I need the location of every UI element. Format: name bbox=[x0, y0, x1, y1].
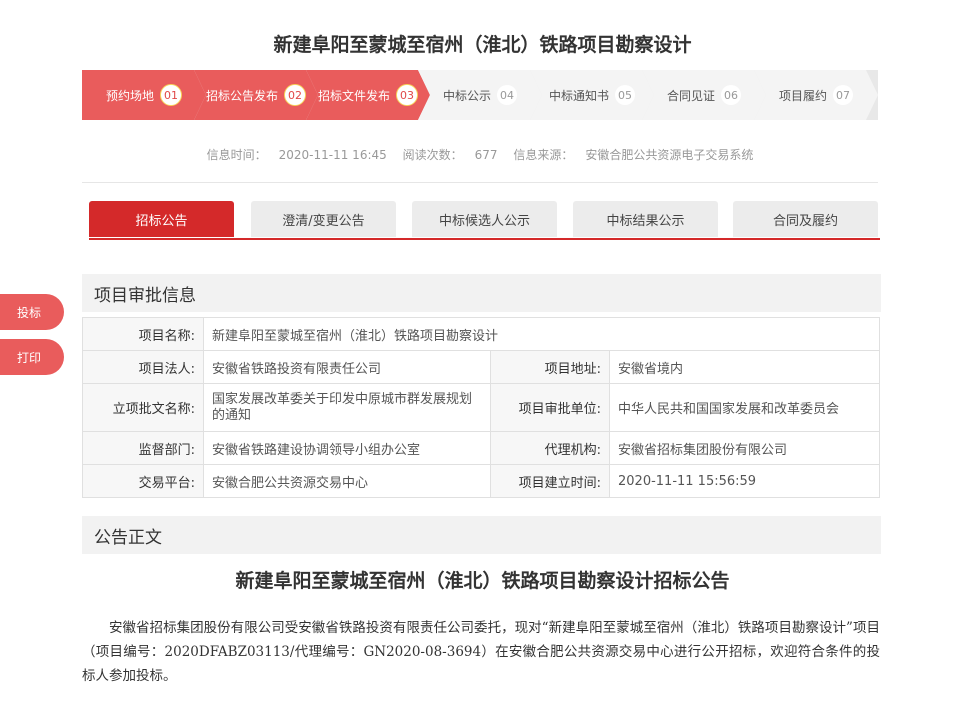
table-row: 项目法人: 安徽省铁路投资有限责任公司 项目地址: 安徽省境内 bbox=[82, 350, 880, 384]
project-name-label: 项目名称: bbox=[82, 317, 204, 351]
approval-table: 项目名称: 新建阜阳至蒙城至宿州（淮北）铁路项目勘察设计 项目法人: 安徽省铁路… bbox=[82, 317, 880, 498]
step-number: 02 bbox=[284, 84, 306, 106]
step-label: 招标文件发布 bbox=[317, 88, 390, 103]
step-label: 合同见证 bbox=[666, 88, 715, 103]
unit-label: 项目审批单位: bbox=[490, 383, 610, 432]
unit-value: 中华人民共和国国家发展和改革委员会 bbox=[609, 383, 880, 432]
supervisor-label: 监督部门: bbox=[82, 431, 204, 465]
doc-label: 立项批文名称: bbox=[82, 383, 204, 432]
tab-underline bbox=[89, 238, 880, 240]
print-button[interactable]: 打印 bbox=[0, 339, 64, 375]
created-label: 项目建立时间: bbox=[490, 464, 610, 498]
platform-value: 安徽合肥公共资源交易中心 bbox=[203, 464, 491, 498]
legal-label: 项目法人: bbox=[82, 350, 204, 384]
legal-value: 安徽省铁路投资有限责任公司 bbox=[203, 350, 491, 384]
page-title: 新建阜阳至蒙城至宿州（淮北）铁路项目勘察设计 bbox=[273, 34, 692, 56]
step-number: 05 bbox=[615, 85, 635, 105]
approval-heading: 项目审批信息 bbox=[82, 274, 881, 312]
step-3[interactable]: 招标文件发布 03 bbox=[306, 70, 430, 120]
step-label: 中标公示 bbox=[442, 88, 491, 103]
step-1[interactable]: 预约场地 01 bbox=[82, 70, 206, 120]
agency-value: 安徽省招标集团股份有限公司 bbox=[609, 431, 880, 465]
info-source-value: 安徽合肥公共资源电子交易系统 bbox=[585, 148, 754, 162]
step-7[interactable]: 项目履约 07 bbox=[754, 70, 878, 120]
tab-candidates[interactable]: 中标候选人公示 bbox=[412, 201, 557, 237]
info-time-label: 信息时间： bbox=[206, 148, 267, 162]
address-value: 安徽省境内 bbox=[609, 350, 880, 384]
notice-title: 新建阜阳至蒙城至宿州（淮北）铁路项目勘察设计招标公告 bbox=[235, 570, 730, 592]
tab-result[interactable]: 中标结果公示 bbox=[573, 201, 718, 237]
notice-heading: 公告正文 bbox=[82, 516, 881, 554]
supervisor-value: 安徽省铁路建设协调领导小组办公室 bbox=[203, 431, 491, 465]
tab-contract[interactable]: 合同及履约 bbox=[733, 201, 878, 237]
info-row: 信息时间： 2020-11-11 16:45 阅读次数： 677 信息来源： 安徽合肥… bbox=[82, 146, 878, 163]
step-5[interactable]: 中标通知书 05 bbox=[530, 70, 654, 120]
step-label: 项目履约 bbox=[778, 88, 827, 103]
notice-body: 安徽省招标集团股份有限公司受安徽省铁路投资有限责任公司委托，现对“新建阜阳至蒙城… bbox=[82, 620, 880, 684]
address-label: 项目地址: bbox=[490, 350, 610, 384]
created-value: 2020-11-11 15:56:59 bbox=[609, 464, 880, 498]
divider bbox=[82, 182, 878, 183]
step-number: 07 bbox=[833, 85, 853, 105]
step-6[interactable]: 合同见证 06 bbox=[642, 70, 766, 120]
step-label: 预约场地 bbox=[105, 88, 154, 103]
step-label: 招标公告发布 bbox=[205, 88, 278, 103]
info-source-label: 信息来源： bbox=[513, 148, 574, 162]
table-row: 项目名称: 新建阜阳至蒙城至宿州（淮北）铁路项目勘察设计 bbox=[82, 317, 880, 351]
bid-button[interactable]: 投标 bbox=[0, 294, 64, 330]
step-label: 中标通知书 bbox=[548, 88, 609, 103]
table-row: 交易平台: 安徽合肥公共资源交易中心 项目建立时间: 2020-11-11 15… bbox=[82, 464, 880, 498]
step-number: 04 bbox=[497, 85, 517, 105]
tab-bar: 招标公告 澄清/变更公告 中标候选人公示 中标结果公示 合同及履约 bbox=[89, 201, 879, 239]
step-number: 06 bbox=[721, 85, 741, 105]
tab-clarification[interactable]: 澄清/变更公告 bbox=[251, 201, 396, 237]
step-number: 03 bbox=[396, 84, 418, 106]
table-row: 立项批文名称: 国家发展改革委关于印发中原城市群发展规划的通知 项目审批单位: … bbox=[82, 383, 880, 432]
progress-steps: 预约场地 01 招标公告发布 02 招标文件发布 03 中标公示 04 中标通知… bbox=[82, 70, 878, 120]
platform-label: 交易平台: bbox=[82, 464, 204, 498]
agency-label: 代理机构: bbox=[490, 431, 610, 465]
project-name-value: 新建阜阳至蒙城至宿州（淮北）铁路项目勘察设计 bbox=[203, 317, 880, 351]
step-number: 01 bbox=[160, 84, 182, 106]
table-row: 监督部门: 安徽省铁路建设协调领导小组办公室 代理机构: 安徽省招标集团股份有限… bbox=[82, 431, 880, 465]
step-4[interactable]: 中标公示 04 bbox=[418, 70, 542, 120]
doc-value: 国家发展改革委关于印发中原城市群发展规划的通知 bbox=[203, 383, 491, 432]
info-reads-value: 677 bbox=[474, 148, 498, 162]
step-2[interactable]: 招标公告发布 02 bbox=[194, 70, 318, 120]
tab-tender-notice[interactable]: 招标公告 bbox=[89, 201, 234, 237]
info-reads-label: 阅读次数： bbox=[402, 148, 463, 162]
info-time-value: 2020-11-11 16:45 bbox=[278, 148, 387, 162]
